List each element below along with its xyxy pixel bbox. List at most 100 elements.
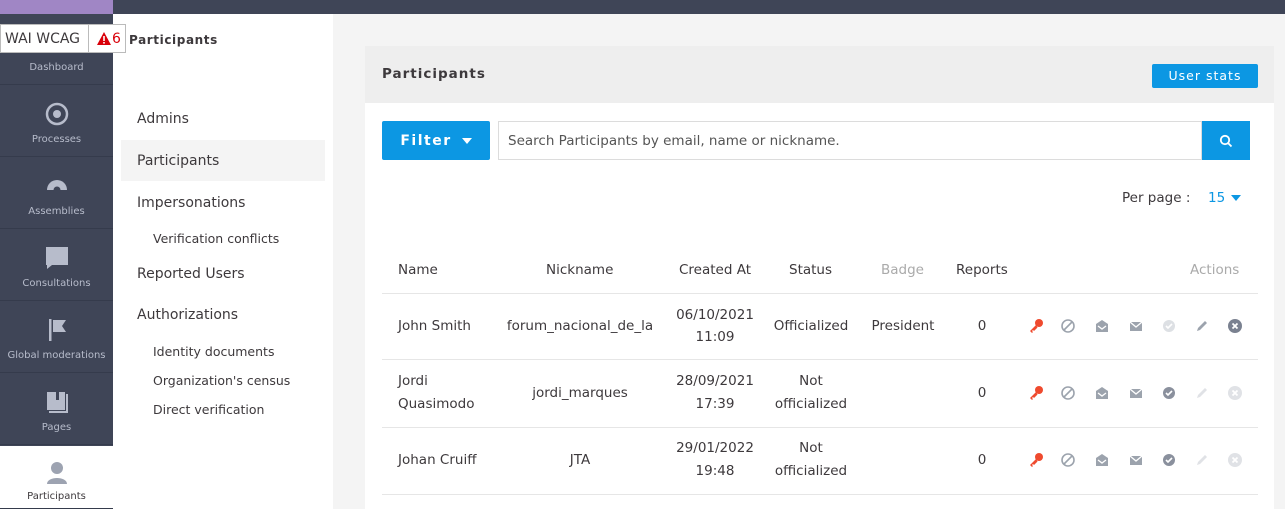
per-page-label: Per page :: [1122, 190, 1191, 206]
nav-item-participants[interactable]: Participants: [121, 140, 325, 181]
pencil-icon: [1197, 388, 1207, 398]
envelope-open-icon[interactable]: [1094, 318, 1110, 334]
per-page-select[interactable]: 15: [1208, 190, 1242, 206]
column-header-actions: Actions: [1190, 262, 1240, 278]
page-title: Participants: [382, 66, 486, 82]
cell-nickname: JTA: [569, 452, 591, 468]
cell-status-line2: officialized: [774, 463, 848, 479]
warning-icon: [97, 32, 112, 45]
cell-status: Not: [799, 440, 823, 456]
nav-item-authorizations[interactable]: Authorizations: [121, 294, 325, 335]
check-circle-icon[interactable]: [1161, 385, 1177, 401]
top-bar: [113, 0, 1285, 14]
cell-name: Jordi: [398, 373, 428, 389]
secondary-nav-title: Participants: [129, 33, 218, 47]
column-header-created-at[interactable]: Created At: [679, 262, 751, 278]
key-icon[interactable]: [1028, 318, 1044, 334]
menu-label: Assemblies: [28, 206, 85, 217]
check-circle-icon[interactable]: [1161, 452, 1177, 468]
cell-nickname: forum_nacional_de_la: [506, 318, 654, 334]
column-header-status[interactable]: Status: [789, 262, 832, 278]
menu-label: Processes: [31, 134, 82, 145]
cell-reports: 0: [977, 318, 987, 334]
cell-badge: President: [871, 318, 935, 334]
processes-icon: [45, 102, 68, 126]
envelope-open-icon[interactable]: [1094, 452, 1110, 468]
nav-item-impersonations[interactable]: Impersonations: [121, 182, 325, 223]
envelope-icon[interactable]: [1128, 318, 1144, 334]
consultations-icon: [45, 247, 68, 269]
divider: [382, 494, 1258, 495]
column-header-reports[interactable]: Reports: [956, 262, 1008, 278]
menu-item-pages[interactable]: Pages: [0, 374, 113, 445]
key-icon[interactable]: [1028, 452, 1044, 468]
envelope-icon[interactable]: [1128, 452, 1144, 468]
menu-label: Consultations: [22, 278, 91, 289]
nav-item-reported-users[interactable]: Reported Users: [121, 253, 325, 294]
column-header-name[interactable]: Name: [398, 262, 438, 278]
cell-status: Officialized: [773, 318, 849, 334]
menu-label: Pages: [41, 422, 72, 433]
block-icon[interactable]: [1060, 452, 1076, 468]
assemblies-icon: [46, 180, 67, 194]
cell-created-time: 17:39: [695, 396, 735, 412]
user-stats-button[interactable]: User stats: [1152, 64, 1258, 88]
wcag-warning-count: 6: [112, 30, 121, 47]
filter-label: Filter: [400, 132, 452, 149]
cell-status-line2: officialized: [774, 396, 848, 412]
search-input[interactable]: [498, 121, 1202, 160]
cell-reports: 0: [977, 452, 987, 468]
filter-button[interactable]: Filter: [382, 121, 490, 160]
envelope-open-icon[interactable]: [1094, 385, 1110, 401]
menu-item-processes[interactable]: Processes: [0, 86, 113, 157]
nav-item-identity-documents[interactable]: Identity documents: [121, 339, 325, 363]
pencil-icon[interactable]: [1194, 318, 1210, 334]
delete-icon: [1228, 386, 1242, 400]
delete-icon: [1228, 453, 1242, 467]
divider: [382, 359, 1258, 360]
menu-label: Global moderations: [7, 350, 106, 361]
divider: [382, 427, 1258, 428]
menu-item-consultations[interactable]: Consultations: [0, 230, 113, 301]
caret-down-icon: [1231, 195, 1242, 201]
participants-card: Participants User stats Filter Per page …: [365, 46, 1274, 509]
delete-icon[interactable]: [1227, 318, 1243, 334]
cell-created-date: 06/10/2021: [676, 307, 754, 323]
menu-label: Participants: [27, 491, 86, 502]
card-header: Participants User stats: [365, 46, 1274, 103]
pencil-icon: [1197, 455, 1207, 465]
cell-created-date: 28/09/2021: [676, 373, 754, 389]
wcag-checker-name: WAI WCAG: [1, 25, 90, 52]
search-button[interactable]: [1202, 121, 1250, 160]
cell-status: Not: [799, 373, 823, 389]
check-circle-icon: [1163, 320, 1175, 332]
nav-item-verification-conflicts[interactable]: Verification conflicts: [121, 226, 325, 250]
cell-name: Johan Cruiff: [398, 452, 477, 468]
cell-created-time: 11:09: [695, 329, 735, 345]
cell-name-line2: Quasimodo: [398, 396, 475, 412]
cell-reports: 0: [977, 385, 987, 401]
wcag-warning: 6: [89, 31, 121, 47]
main-menu: Dashboard Processes Assemblies Consultat…: [0, 14, 113, 509]
cell-name: John Smith: [398, 318, 471, 334]
key-icon[interactable]: [1028, 385, 1044, 401]
nav-item-organizations-census[interactable]: Organization's census: [121, 368, 325, 392]
book-icon: [46, 392, 68, 413]
menu-item-assemblies[interactable]: Assemblies: [0, 158, 113, 229]
menu-item-participants[interactable]: Participants: [0, 446, 113, 509]
search-icon: [1219, 134, 1233, 147]
caret-down-icon: [461, 137, 472, 144]
envelope-icon[interactable]: [1128, 385, 1144, 401]
block-icon[interactable]: [1060, 385, 1076, 401]
menu-item-global-moderations[interactable]: Global moderations: [0, 302, 113, 373]
per-page-value: 15: [1208, 190, 1226, 206]
column-header-badge: Badge: [881, 262, 924, 278]
cell-created-date: 29/01/2022: [676, 440, 754, 456]
nav-item-admins[interactable]: Admins: [121, 98, 325, 139]
block-icon[interactable]: [1060, 318, 1076, 334]
column-header-nickname[interactable]: Nickname: [546, 262, 613, 278]
divider: [382, 293, 1258, 294]
menu-label: Dashboard: [29, 62, 84, 73]
wcag-checker-badge[interactable]: WAI WCAG 6: [0, 24, 126, 53]
nav-item-direct-verification[interactable]: Direct verification: [121, 397, 325, 421]
